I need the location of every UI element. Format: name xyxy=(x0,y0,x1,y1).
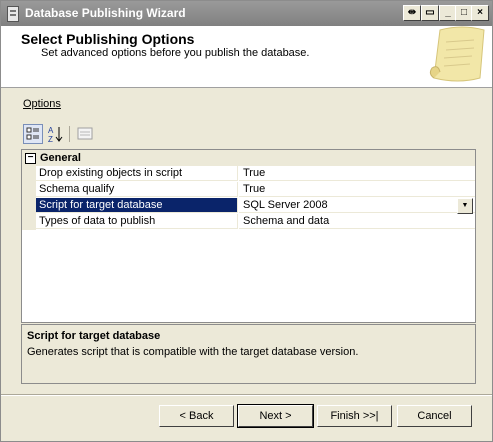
finish-button[interactable]: Finish >>| xyxy=(317,405,392,427)
property-row[interactable]: Schema qualify True xyxy=(22,182,475,198)
pin-button[interactable]: ▭ xyxy=(421,5,439,21)
property-name: Script for target database xyxy=(36,198,238,213)
svg-text:Z: Z xyxy=(48,135,53,144)
property-row[interactable]: Types of data to publish Schema and data xyxy=(22,214,475,230)
property-value[interactable]: True xyxy=(239,166,475,181)
description-title: Script for target database xyxy=(27,330,161,342)
options-label: Options xyxy=(23,98,61,110)
property-grid: − General Drop existing objects in scrip… xyxy=(21,149,476,323)
alphabetical-sort-icon[interactable]: A Z xyxy=(45,124,65,144)
property-value[interactable]: Schema and data xyxy=(239,214,475,229)
divider xyxy=(1,394,492,396)
svg-text:A: A xyxy=(48,126,54,135)
property-value-dropdown[interactable]: SQL Server 2008 ▼ xyxy=(239,198,475,214)
category-label: General xyxy=(40,152,81,164)
dropdown-value: SQL Server 2008 xyxy=(243,199,328,211)
restore-arrows-button[interactable]: ⇹ xyxy=(403,5,421,21)
property-pages-icon[interactable] xyxy=(75,124,95,144)
title-bar[interactable]: Database Publishing Wizard ⇹ ▭ _ □ × xyxy=(1,1,492,26)
description-text: Generates script that is compatible with… xyxy=(27,346,359,358)
property-row-selected[interactable]: Script for target database SQL Server 20… xyxy=(22,198,475,214)
window-title: Database Publishing Wizard xyxy=(25,6,186,20)
back-button[interactable]: < Back xyxy=(159,405,234,427)
property-name: Schema qualify xyxy=(36,182,238,197)
category-general[interactable]: − General xyxy=(22,150,475,166)
close-button[interactable]: × xyxy=(471,5,489,21)
page-title: Select Publishing Options xyxy=(21,31,195,47)
page-subtitle: Set advanced options before you publish … xyxy=(41,47,310,59)
collapse-icon[interactable]: − xyxy=(25,153,36,164)
dropdown-arrow-icon[interactable]: ▼ xyxy=(457,198,473,214)
property-name: Drop existing objects in script xyxy=(36,166,238,181)
toolbar-separator xyxy=(69,126,70,142)
property-row[interactable]: Drop existing objects in script True xyxy=(22,166,475,182)
scroll-icon xyxy=(429,26,485,82)
description-panel: Script for target database Generates scr… xyxy=(21,324,476,384)
categorized-icon[interactable] xyxy=(23,124,43,144)
wizard-header: Select Publishing Options Set advanced o… xyxy=(1,26,492,88)
cancel-button[interactable]: Cancel xyxy=(397,405,472,427)
next-button[interactable]: Next > xyxy=(237,404,314,428)
database-icon xyxy=(7,6,19,22)
wizard-window: Database Publishing Wizard ⇹ ▭ _ □ × Sel… xyxy=(0,0,493,442)
property-value[interactable]: True xyxy=(239,182,475,197)
property-name: Types of data to publish xyxy=(36,214,238,229)
